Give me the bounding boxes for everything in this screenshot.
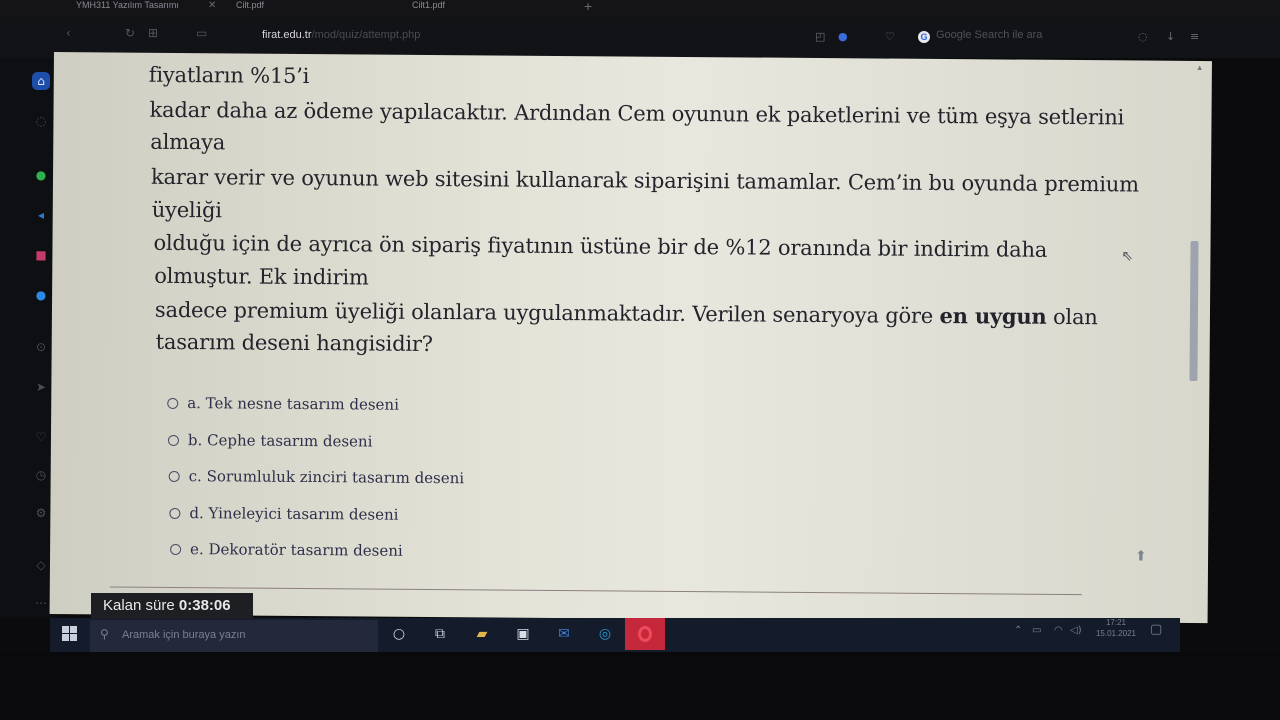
menu-icon[interactable]: ≡	[1190, 30, 1199, 43]
start-tile	[70, 634, 77, 641]
windows-start-icon[interactable]	[62, 626, 78, 642]
download-icon[interactable]: ↓	[1166, 30, 1175, 43]
more-icon[interactable]: ⋯	[32, 594, 50, 612]
player-icon[interactable]: ⊙	[32, 338, 50, 356]
reload-icon[interactable]: ↻	[125, 26, 135, 40]
task-view-icon[interactable]: ⧉	[428, 622, 452, 646]
divider	[109, 586, 1082, 596]
option-label[interactable]: e. Dekoratör tasarım deseni	[190, 540, 403, 560]
option-e[interactable]: e. Dekoratör tasarım deseni	[170, 540, 403, 560]
new-tab-icon[interactable]: +	[584, 0, 592, 14]
google-icon: G	[918, 31, 930, 43]
option-label[interactable]: c. Sorumluluk zinciri tasarım deseni	[189, 467, 465, 487]
back-to-top-icon[interactable]: ⬆	[1135, 549, 1147, 565]
option-a[interactable]: a. Tek nesne tasarım deseni	[167, 394, 399, 414]
question-line-2: kadar daha az ödeme yapılacaktır. Ardınd…	[149, 97, 1125, 130]
volume-icon[interactable]: ◁)	[1070, 625, 1082, 636]
search-icon: ⚲	[100, 627, 109, 641]
search-placeholder: Google Search ile ara	[936, 29, 1043, 41]
whatsapp-icon[interactable]: ●	[32, 166, 50, 184]
tab-cilt-pdf[interactable]: Cilt.pdf	[236, 0, 264, 14]
settings-icon[interactable]: ⚙	[32, 504, 50, 522]
option-label[interactable]: a. Tek nesne tasarım deseni	[187, 394, 399, 414]
grid-icon[interactable]: ⊞	[148, 26, 158, 40]
option-label[interactable]: b. Cephe tasarım deseni	[188, 431, 373, 450]
tab-strip	[0, 0, 1280, 18]
edge-icon[interactable]: ◎	[593, 622, 617, 646]
url-host: firat.edu.tr	[262, 29, 312, 41]
question-line-3: almaya	[150, 129, 226, 155]
extension-icon[interactable]: ◌	[1138, 30, 1148, 43]
mail-icon[interactable]: ✉	[552, 622, 576, 646]
battery-icon[interactable]: ▭	[1032, 625, 1041, 636]
start-tile	[70, 626, 77, 633]
taskbar-clock[interactable]: 17:21 15.01.2021	[1094, 617, 1138, 639]
store-icon[interactable]: ▣	[511, 622, 535, 646]
url-field[interactable]: firat.edu.tr/mod/quiz/attempt.php	[262, 29, 420, 41]
option-b[interactable]: b. Cephe tasarım deseni	[167, 431, 373, 451]
remaining-time-box: Kalan süre 0:38:06	[91, 593, 253, 619]
question-line-6: olduğu için de ayrıca ön sipariş fiyatın…	[153, 230, 1048, 262]
clock-date: 15.01.2021	[1095, 629, 1137, 638]
twitter-icon[interactable]: ●	[32, 286, 50, 304]
question-line-8-end: olan	[1046, 304, 1098, 330]
messenger-icon[interactable]: ◌	[32, 112, 50, 130]
camera-icon[interactable]: ◰	[815, 30, 825, 43]
heart-icon[interactable]: ♡	[885, 30, 895, 43]
shield-icon[interactable]: ●	[838, 30, 848, 43]
question-line-5: üyeliği	[151, 197, 222, 223]
question-line-4: karar verir ve oyunun web sitesini kulla…	[150, 164, 1139, 197]
back-icon[interactable]: ‹	[66, 26, 71, 40]
opera-ring	[638, 626, 652, 642]
option-d[interactable]: d. Yineleyici tasarım deseni	[169, 504, 399, 524]
tab-icon[interactable]: ▭	[196, 26, 207, 40]
start-tile	[62, 634, 69, 641]
close-tab-icon[interactable]: ✕	[208, 0, 216, 11]
url-path: /mod/quiz/attempt.php	[311, 29, 421, 41]
radio-button[interactable]	[168, 470, 180, 482]
scroll-up-arrow[interactable]: ▴	[1197, 63, 1202, 73]
radio-button[interactable]	[167, 397, 179, 409]
cortana-icon[interactable]: ○	[387, 622, 411, 646]
opera-icon[interactable]	[625, 618, 665, 650]
quiz-page: ▴ fiyatların %15’i kadar daha az ödeme y…	[49, 52, 1212, 624]
notification-icon[interactable]: ▢	[1150, 622, 1162, 637]
question-emphasis: en uygun	[939, 302, 1047, 329]
address-bar	[0, 18, 1280, 58]
option-c[interactable]: c. Sorumluluk zinciri tasarım deseni	[168, 467, 465, 487]
question-line-7: olmuştur. Ek indirim	[154, 263, 369, 290]
mouse-cursor-icon: ⇖	[1121, 248, 1134, 265]
scrollbar-thumb[interactable]	[1189, 240, 1199, 381]
send-icon[interactable]: ➤	[32, 378, 50, 396]
tab-cilt1-pdf[interactable]: Cilt1.pdf	[412, 0, 445, 14]
wifi-icon[interactable]: ◠	[1054, 625, 1063, 636]
taskbar-search-placeholder: Aramak için buraya yazın	[122, 629, 246, 641]
radio-button[interactable]	[167, 434, 179, 446]
question-line-9: tasarım deseni hangisidir?	[155, 329, 433, 356]
remaining-time-value: 0:38:06	[178, 597, 231, 614]
radio-button[interactable]	[169, 507, 181, 519]
home-icon[interactable]: ⌂	[32, 72, 50, 90]
monitor-bezel	[0, 652, 1280, 720]
question-line-8: sadece premium üyeliği olanlara uygulanm…	[155, 297, 1098, 329]
instagram-icon[interactable]: ■	[32, 246, 50, 264]
question-line-1: fiyatların %15’i	[148, 62, 310, 89]
tab-yazilim-tasarimi[interactable]: YMH311 Yazılım Tasarımı	[76, 0, 179, 14]
question-line-8-start: sadece premium üyeliği olanlara uygulanm…	[154, 297, 940, 328]
clock-time: 17:21	[1105, 618, 1127, 627]
heart-icon[interactable]: ♡	[32, 428, 50, 446]
tray-chevron-icon[interactable]: ⌃	[1014, 625, 1022, 636]
bulb-icon[interactable]: ◇	[32, 556, 50, 574]
remaining-time-label: Kalan süre	[103, 597, 175, 614]
telegram-icon[interactable]: ◂	[32, 206, 50, 224]
start-tile	[62, 626, 69, 633]
clock-icon[interactable]: ◷	[32, 466, 50, 484]
option-label[interactable]: d. Yineleyici tasarım deseni	[189, 504, 398, 524]
file-explorer-icon[interactable]: ▰	[470, 622, 494, 646]
radio-button[interactable]	[170, 543, 182, 555]
search-box[interactable]: G Google Search ile ara	[918, 29, 1042, 43]
